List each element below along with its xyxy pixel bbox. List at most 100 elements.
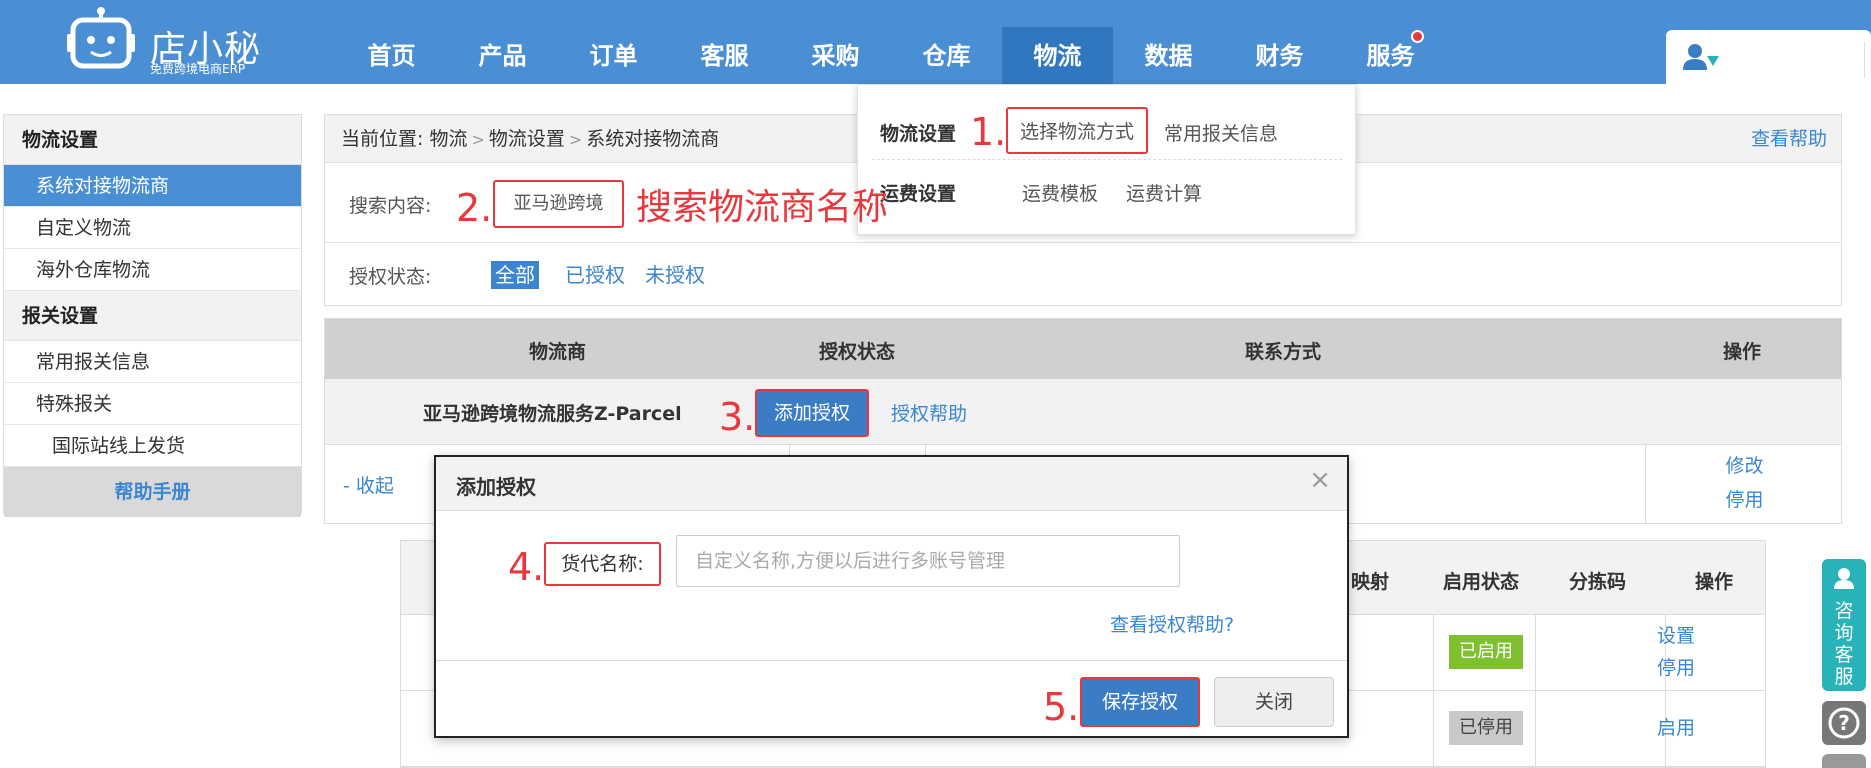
breadcrumb-item-logistics-settings[interactable]: 物流设置: [489, 128, 565, 150]
cell-divider: [1535, 615, 1536, 690]
close-icon[interactable]: ×: [1309, 465, 1331, 495]
auth-filter-row: 授权状态: 全部 已授权 未授权: [325, 243, 1841, 305]
authorization-help-link[interactable]: 授权帮助: [891, 399, 967, 426]
carrier-name: 亚马逊跨境物流服务Z-Parcel: [423, 403, 682, 425]
sidebar-item-overseas-warehouse[interactable]: 海外仓库物流: [4, 249, 301, 291]
breadcrumb-item-current: 系统对接物流商: [586, 128, 720, 150]
search-label: 搜索内容:: [349, 195, 432, 217]
headset-icon: [1834, 568, 1854, 589]
sidebar-item-common-customs[interactable]: 常用报关信息: [4, 341, 301, 383]
annotation-step-1: 1.: [970, 110, 1007, 154]
save-authorization-button[interactable]: 保存授权: [1080, 677, 1200, 727]
forwarder-name-label: 货代名称:: [544, 542, 661, 586]
carrier-row: 亚马逊跨境物流服务Z-Parcel 添加授权 授权帮助: [325, 379, 1841, 445]
annotation-search-hint: 搜索物流商名称: [636, 187, 889, 228]
sidebar-item-special-customs[interactable]: 特殊报关: [4, 383, 301, 425]
nav-item-customer-service[interactable]: 客服: [669, 0, 780, 84]
cell-divider: [1433, 691, 1434, 766]
freight-template-link[interactable]: 运费模板: [1022, 179, 1098, 206]
header-carrier: 物流商: [529, 341, 587, 363]
sidebar-group-logistics-settings: 物流设置: [4, 115, 301, 165]
sidebar-help-manual[interactable]: 帮助手册: [4, 467, 301, 517]
common-customs-link[interactable]: 常用报关信息: [1164, 119, 1278, 146]
forwarder-name-input[interactable]: 自定义名称,方便以后进行多账号管理: [676, 535, 1180, 587]
annotation-step-4: 4.: [508, 545, 545, 589]
edit-link[interactable]: 修改: [1646, 449, 1843, 483]
nav-item-products[interactable]: 产品: [447, 0, 558, 84]
notification-dot: [1411, 30, 1424, 43]
user-menu[interactable]: [1666, 30, 1871, 84]
help-float-button[interactable]: ?: [1822, 701, 1866, 745]
brand-logo[interactable]: 店小秘 免费跨境电商ERP: [66, 6, 266, 78]
carrier-table-header: 物流商 授权状态 联系方式 操作: [325, 319, 1841, 379]
user-icon: [1683, 44, 1719, 70]
nav-item-finance[interactable]: 财务: [1224, 0, 1335, 84]
disable-link[interactable]: 停用: [1621, 653, 1731, 680]
view-help-link[interactable]: 查看帮助: [1751, 115, 1827, 163]
svg-text:?: ?: [1838, 711, 1850, 735]
header-auth-status: 授权状态: [819, 341, 896, 363]
header-contact: 联系方式: [1245, 341, 1322, 363]
nav-item-services[interactable]: 服务: [1335, 0, 1446, 84]
nav-item-warehouse[interactable]: 仓库: [891, 0, 1002, 84]
logistics-dropdown-menu: 物流设置 选择物流方式 常用报关信息 运费设置 运费模板 运费计算: [857, 84, 1356, 235]
top-navigation-bar: 店小秘 免费跨境电商ERP 首页 产品 订单 客服 采购 仓库 物流 数据 财务…: [0, 0, 1871, 109]
sidebar-item-intl-online-shipping[interactable]: 国际站线上发货: [4, 425, 301, 467]
sidebar-item-system-carriers[interactable]: 系统对接物流商: [4, 165, 301, 207]
auth-filter-label: 授权状态:: [349, 266, 432, 288]
header-mapping: 映射: [1351, 571, 1390, 593]
breadcrumb-prefix: 当前位置:: [341, 128, 424, 150]
row-actions: 修改 停用: [1645, 445, 1843, 523]
annotation-step-2: 2.: [456, 186, 493, 230]
search-input[interactable]: 亚马逊跨境: [493, 180, 624, 228]
main-nav: 首页 产品 订单 客服 采购 仓库 物流 数据 财务 服务: [336, 0, 1446, 109]
consult-service-label: 咨询客服: [1834, 600, 1854, 688]
nav-item-orders[interactable]: 订单: [558, 0, 669, 84]
user-divider: [1864, 42, 1865, 78]
header-enabled-status: 启用状态: [1443, 571, 1520, 593]
collapse-link[interactable]: - 收起: [343, 471, 394, 498]
header-actions: 操作: [1723, 341, 1762, 363]
filter-unauthorized[interactable]: 未授权: [641, 261, 709, 289]
sidebar-group-customs-settings: 报关设置: [4, 291, 301, 341]
annotation-step-5: 5.: [1043, 685, 1080, 729]
more-float-button[interactable]: [1822, 754, 1866, 768]
header-lower-actions: 操作: [1695, 571, 1734, 593]
filter-all[interactable]: 全部: [491, 261, 539, 289]
close-button[interactable]: 关闭: [1214, 677, 1334, 727]
breadcrumb-separator-icon: >: [568, 130, 583, 149]
consult-service-button[interactable]: 咨询客服: [1822, 559, 1866, 691]
dropdown-group-freight-settings: 运费设置: [880, 183, 957, 205]
brand-tagline: 免费跨境电商ERP: [150, 62, 246, 76]
left-sidebar: 物流设置 系统对接物流商 自定义物流 海外仓库物流 报关设置 常用报关信息 特殊…: [3, 114, 302, 517]
dialog-header: 添加授权 ×: [436, 457, 1347, 511]
dropdown-group-logistics-settings: 物流设置: [880, 123, 957, 145]
add-authorization-button[interactable]: 添加授权: [755, 389, 869, 437]
status-badge-disabled: 已停用: [1449, 711, 1523, 745]
select-shipping-method-link[interactable]: 选择物流方式: [1006, 107, 1149, 154]
enable-link[interactable]: 启用: [1621, 713, 1731, 740]
disable-link[interactable]: 停用: [1646, 483, 1843, 517]
nav-item-services-label: 服务: [1366, 42, 1415, 70]
nav-item-home[interactable]: 首页: [336, 0, 447, 84]
sidebar-item-custom-logistics[interactable]: 自定义物流: [4, 207, 301, 249]
view-authorization-help-link[interactable]: 查看授权帮助?: [1110, 610, 1234, 637]
breadcrumb-item-logistics[interactable]: 物流: [429, 128, 467, 150]
robot-logo-icon: [67, 7, 135, 69]
settings-link[interactable]: 设置: [1621, 621, 1731, 648]
nav-item-purchasing[interactable]: 采购: [780, 0, 891, 84]
question-icon: ?: [1828, 707, 1860, 739]
add-authorization-dialog: 添加授权 × 货代名称: 自定义名称,方便以后进行多账号管理 查看授权帮助? 保…: [434, 455, 1349, 738]
breadcrumb-separator-icon: >: [471, 130, 485, 149]
nav-item-data[interactable]: 数据: [1113, 0, 1224, 84]
header-sort-code: 分拣码: [1569, 571, 1627, 593]
dropdown-divider: [872, 159, 1342, 160]
filter-authorized[interactable]: 已授权: [561, 261, 629, 289]
freight-calculation-link[interactable]: 运费计算: [1126, 179, 1202, 206]
status-badge-enabled: 已启用: [1449, 635, 1523, 669]
annotation-step-3: 3.: [719, 395, 756, 439]
dialog-footer: 保存授权 关闭: [436, 660, 1347, 736]
cell-divider: [1433, 615, 1434, 690]
dialog-title: 添加授权: [456, 475, 536, 499]
cell-divider: [1535, 691, 1536, 766]
